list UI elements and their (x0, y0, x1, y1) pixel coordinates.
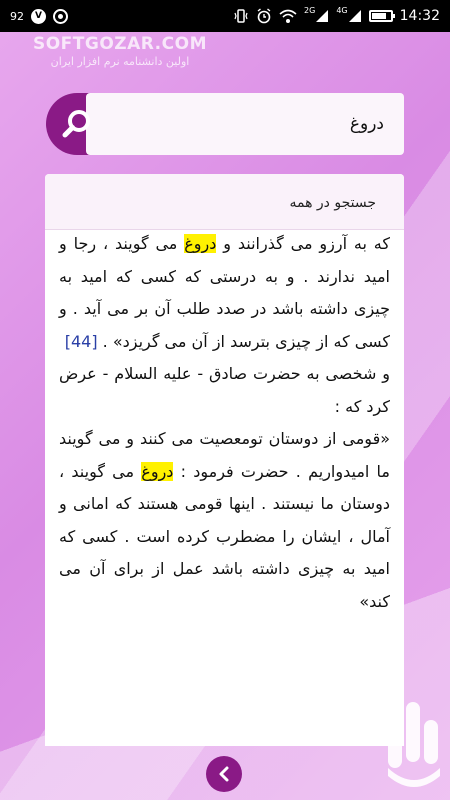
v-circle-icon: V (31, 8, 46, 24)
network-4g-icon: 4G (336, 6, 361, 23)
status-bar: 92 V 2G 4G 14:32 (0, 0, 450, 32)
paragraph-1: که به آرزو می گذرانند و دروغ می گویند ، … (59, 228, 390, 358)
wifi-icon (279, 8, 297, 24)
search-highlight: دروغ (141, 461, 174, 481)
vibrate-icon (233, 8, 249, 24)
network-4g-label: 4G (336, 6, 348, 15)
back-button[interactable] (206, 756, 242, 792)
watermark-subtitle: اولین دانشنامه نرم افزار ایران (50, 55, 190, 68)
search-bar (46, 93, 404, 155)
network-2g-icon: 2G (304, 6, 329, 23)
chevron-left-icon (219, 766, 229, 782)
content-card: جستجو در همه که به آرزو می گذرانند و درو… (45, 174, 404, 746)
watermark-title: SOFTGOZAR.COM (32, 34, 207, 54)
search-input[interactable] (86, 93, 404, 155)
search-all-button[interactable]: جستجو در همه (45, 174, 404, 230)
network-2g-label: 2G (304, 6, 316, 15)
footnote-reference[interactable]: [44] (65, 332, 98, 351)
paragraph-1-text-a: که به آرزو می گذرانند و (216, 234, 390, 253)
article-text[interactable]: که به آرزو می گذرانند و دروغ می گویند ، … (45, 228, 404, 618)
status-left: 92 V (10, 8, 68, 24)
status-right: 2G 4G 14:32 (233, 6, 440, 24)
paragraph-2: و شخصی به حضرت صادق - علیه السلام - عرض … (59, 364, 390, 416)
paragraph-3-text-b: می گویند ، دوستان ما نیستند . اینها قومی… (59, 461, 390, 611)
signal-92-icon: 92 (10, 9, 24, 23)
watermark: SOFTGOZAR.COM اولین دانشنامه نرم افزار ا… (10, 34, 230, 68)
battery-icon (368, 10, 395, 22)
search-icon (62, 110, 90, 138)
alarm-icon (256, 8, 272, 24)
paragraph-3: «قومی از دوستان تومعصیت می کنند و می گوی… (59, 423, 390, 618)
record-ring-icon (53, 8, 68, 24)
status-clock: 14:32 (399, 8, 440, 24)
search-highlight: دروغ (184, 234, 217, 253)
softgozar-logo-icon (388, 702, 440, 787)
